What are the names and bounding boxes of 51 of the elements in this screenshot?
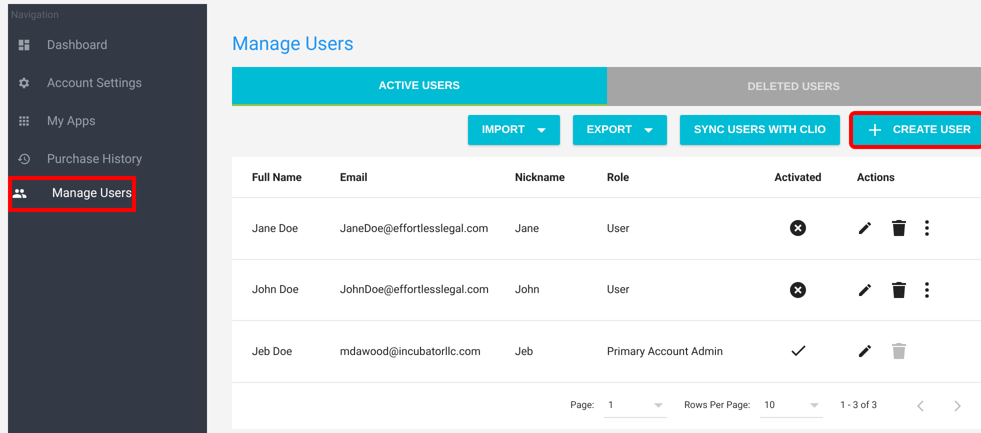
table-cell-text: JohnDoe@effortlesslegal.com <box>340 283 490 296</box>
nav-item[interactable]: Account Settings <box>8 64 207 102</box>
more-icon[interactable] <box>925 220 929 236</box>
toolbar-button[interactable]: SYNC USERS WITH CLIO <box>680 115 840 145</box>
rows-per-page-label: Rows Per Page: <box>684 400 750 412</box>
column-header: Email <box>340 170 368 184</box>
caret-icon <box>536 128 546 132</box>
edit-icon[interactable] <box>857 220 873 236</box>
nav-item[interactable]: Dashboard <box>8 26 207 64</box>
edit-icon[interactable] <box>857 282 873 298</box>
trash-icon[interactable] <box>892 220 906 236</box>
toolbar-button[interactable]: IMPORT <box>468 115 560 145</box>
page-select[interactable]: 1 <box>604 394 668 418</box>
caret-icon <box>644 128 653 132</box>
table-cell-text: JaneDoe@effortlesslegal.com <box>340 222 490 235</box>
history-icon <box>17 152 31 166</box>
toolbar-button[interactable]: CREATE USER <box>852 115 981 145</box>
table-cell-text: mdawood@incubatorllc.com <box>340 344 482 358</box>
grid-icon <box>17 114 31 128</box>
nav-item[interactable]: Purchase History <box>8 140 207 178</box>
table-cell-text: John <box>515 283 540 296</box>
more-icon[interactable] <box>925 282 929 298</box>
table-cell-text: Primary Account Admin <box>607 344 724 358</box>
plus-icon <box>868 124 881 136</box>
toolbar-button[interactable]: EXPORT <box>572 115 667 145</box>
table-cell-text: John Doe <box>251 283 300 296</box>
rows-per-page-select[interactable]: 10 <box>760 394 824 418</box>
page-label: Page: <box>570 400 594 412</box>
caret-icon <box>810 402 820 408</box>
page-range: 1 - 3 of 3 <box>840 400 877 412</box>
dashboard-icon <box>17 38 31 52</box>
page-title: Manage Users <box>232 33 355 55</box>
nav-item[interactable]: Manage Users <box>8 176 136 212</box>
edit-icon[interactable] <box>857 343 873 360</box>
people-icon <box>12 186 27 201</box>
settings-icon <box>17 76 31 90</box>
tab[interactable]: ACTIVE USERS <box>232 67 606 106</box>
table-cell-text: Jeb Doe <box>251 344 294 358</box>
column-header: Role <box>607 170 630 184</box>
table-cell-text: User <box>607 222 630 235</box>
column-header: Actions <box>856 170 895 184</box>
table-cell-text: Jane <box>515 222 540 235</box>
column-header: Activated <box>774 170 822 184</box>
caret-icon <box>654 402 664 408</box>
trash-icon[interactable] <box>892 282 906 298</box>
table-cell-text: User <box>607 283 630 296</box>
nav-item[interactable]: My Apps <box>8 102 207 140</box>
column-header: Full Name <box>251 170 303 184</box>
column-header: Nickname <box>515 170 566 184</box>
table-cell-text: Jeb <box>515 344 534 358</box>
table-cell-text: Jane Doe <box>251 222 300 235</box>
